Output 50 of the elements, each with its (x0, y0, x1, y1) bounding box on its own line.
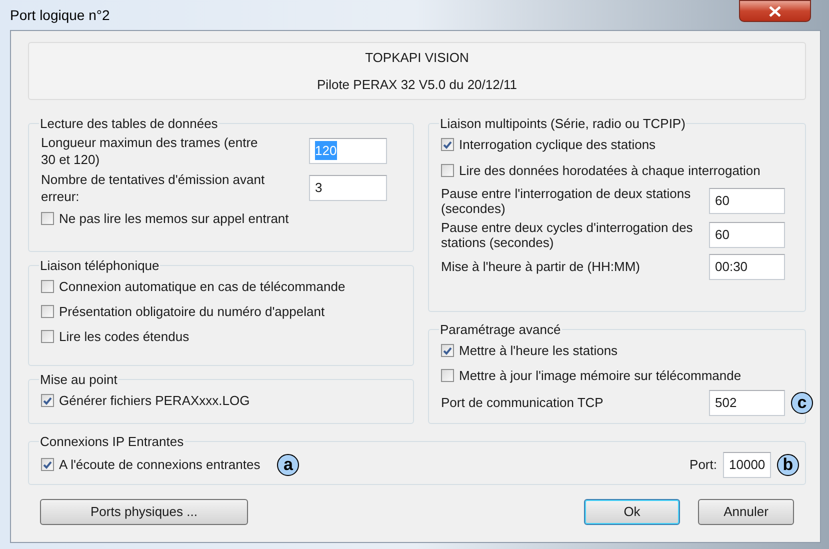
window-title: Port logique n°2 (10, 6, 110, 25)
input-field[interactable]: 00:30 (709, 254, 785, 280)
close-button[interactable] (739, 0, 811, 22)
callout-badge: c (791, 392, 813, 414)
checkbox-label: Lire des données horodatées à chaque interrogation (459, 162, 760, 180)
dialog-button[interactable]: Ports physiques ... (40, 498, 248, 524)
field-label: Pause entre l'interrogation de deux stations (secondes) (441, 186, 692, 216)
group-title: Connexions IP Entrantes (39, 433, 185, 451)
field-label: Longueur maximun des trames (entre 30 et 120) (41, 134, 259, 168)
checkbox-label: Lire les codes étendus (59, 328, 190, 346)
checkbox-label: Présentation obligatoire du numéro d'appelant (59, 302, 325, 321)
dialog-button[interactable]: Ok (584, 498, 680, 524)
checkbox[interactable] (41, 280, 54, 293)
field-label: Nombre de tentatives d'émission avant erreur: (41, 170, 266, 204)
checkbox[interactable] (41, 330, 54, 343)
checkbox-label: Interrogation cyclique des stations (459, 136, 656, 154)
checkbox[interactable] (441, 369, 454, 382)
group-title: Lecture des tables de données (39, 115, 219, 133)
header-text: Pilote PERAX 32 V5.0 du 20/12/11 (317, 76, 517, 94)
close-icon (769, 6, 781, 16)
group-title: Liaison téléphonique (39, 257, 160, 275)
input-field[interactable]: 502 (709, 390, 785, 416)
input-field[interactable]: 3 (309, 174, 387, 200)
field-label: Port de communication TCP (441, 395, 604, 410)
callout-badge: b (777, 454, 799, 476)
group-title: Mise au point (39, 371, 118, 389)
checkbox-label: Mettre à jour l'image mémoire sur télécommande (459, 366, 742, 385)
checkbox[interactable] (441, 138, 454, 151)
checkbox-label: Connexion automatique en cas de télécommande (59, 278, 346, 296)
group-title: Liaison multipoints (Série, radio ou TCPIP) (439, 115, 686, 133)
checkbox-label: Ne pas lire les memos sur appel entrant (59, 210, 289, 228)
dialog-button[interactable]: Annuler (698, 498, 794, 524)
checkbox[interactable] (41, 458, 54, 471)
input-field[interactable]: 60 (709, 188, 785, 214)
field-label: Pause entre deux cycles d'interrogation des stations (secondes) (441, 220, 694, 250)
checkbox[interactable] (441, 164, 454, 177)
checkbox[interactable] (41, 305, 54, 318)
group-title: Paramétrage avancé (439, 321, 562, 339)
header-text: TOPKAPI VISION (365, 49, 469, 67)
checkbox[interactable] (441, 344, 454, 357)
callout-badge: a (277, 454, 300, 476)
checkbox-label: A l'écoute de connexions entrantes (59, 456, 260, 474)
input-field[interactable]: 10000 (723, 452, 771, 478)
input-field[interactable]: 60 (709, 222, 785, 248)
checkbox[interactable] (41, 212, 54, 225)
field-label: Mise à l'heure à partir de (HH:MM) (441, 259, 641, 274)
checkbox[interactable] (41, 394, 54, 407)
field-label: Port: (690, 456, 717, 474)
checkbox-label: Mettre à l'heure les stations (459, 342, 618, 360)
checkbox-label: Générer fichiers PERAXxxx.LOG (59, 392, 250, 410)
